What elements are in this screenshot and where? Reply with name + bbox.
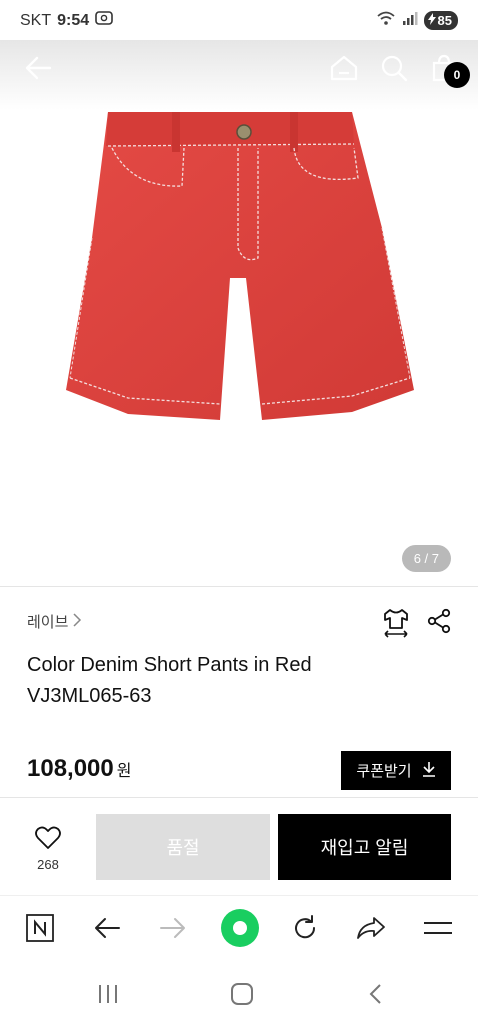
naver-icon[interactable]	[22, 910, 58, 946]
size-guide-icon[interactable]	[382, 608, 410, 643]
like-count: 268	[37, 857, 59, 872]
status-left: SKT 9:54	[20, 10, 113, 31]
download-icon	[422, 761, 436, 781]
brand-name: 레이브	[27, 614, 69, 631]
charging-icon	[427, 13, 436, 28]
home-icon[interactable]	[227, 979, 257, 1009]
recent-apps-icon[interactable]	[93, 979, 123, 1009]
coupon-label: 쿠폰받기	[356, 763, 412, 780]
soldout-button[interactable]: 품절	[96, 814, 270, 880]
search-icon[interactable]	[378, 52, 410, 84]
refresh-icon[interactable]	[287, 910, 323, 946]
menu-icon[interactable]	[420, 910, 456, 946]
brand-link[interactable]: 레이브	[27, 611, 82, 632]
product-gallery[interactable]: 0 6 / 7	[0, 40, 478, 586]
screenshot-icon	[95, 10, 113, 31]
cart-icon[interactable]: 0	[428, 52, 470, 88]
wifi-icon	[376, 10, 396, 31]
cart-count-badge: 0	[444, 62, 470, 88]
product-image[interactable]	[62, 108, 416, 426]
header-actions: 0	[328, 52, 470, 88]
product-code: VJ3ML065-63	[27, 685, 152, 707]
coupon-button[interactable]: 쿠폰받기	[341, 751, 451, 790]
image-pager: 6 / 7	[401, 545, 451, 572]
price-currency: 원	[116, 763, 132, 780]
signal-icon	[402, 10, 418, 31]
home-circle-icon[interactable]	[220, 908, 260, 948]
restock-alert-button[interactable]: 재입고 알림	[278, 814, 451, 880]
chevron-right-icon	[72, 612, 82, 631]
back-arrow-icon[interactable]	[22, 52, 58, 84]
share-icon[interactable]	[426, 608, 452, 643]
back-arrow-icon[interactable]	[89, 910, 125, 946]
status-right: 85	[376, 10, 458, 31]
product-title: Color Denim Short Pants in Red VJ3ML065-…	[27, 650, 447, 712]
browser-toolbar	[0, 895, 478, 963]
battery-level: 85	[437, 13, 452, 28]
product-name: Color Denim Short Pants in Red	[27, 654, 312, 676]
battery-indicator: 85	[423, 11, 458, 30]
carrier: SKT	[20, 11, 52, 29]
heart-icon	[35, 826, 61, 854]
system-nav-bar	[0, 963, 478, 1024]
divider	[0, 586, 478, 587]
status-bar: SKT 9:54 85	[0, 0, 478, 40]
divider	[0, 797, 478, 798]
brand-actions	[382, 608, 452, 643]
price: 108,000 원	[27, 755, 132, 783]
like-button[interactable]: 268	[22, 826, 74, 872]
clock: 9:54	[57, 11, 90, 29]
home-icon[interactable]	[328, 52, 360, 84]
back-icon[interactable]	[361, 979, 391, 1009]
share-icon[interactable]	[353, 910, 389, 946]
forward-arrow-icon[interactable]	[155, 910, 191, 946]
price-amount: 108,000	[27, 755, 114, 782]
